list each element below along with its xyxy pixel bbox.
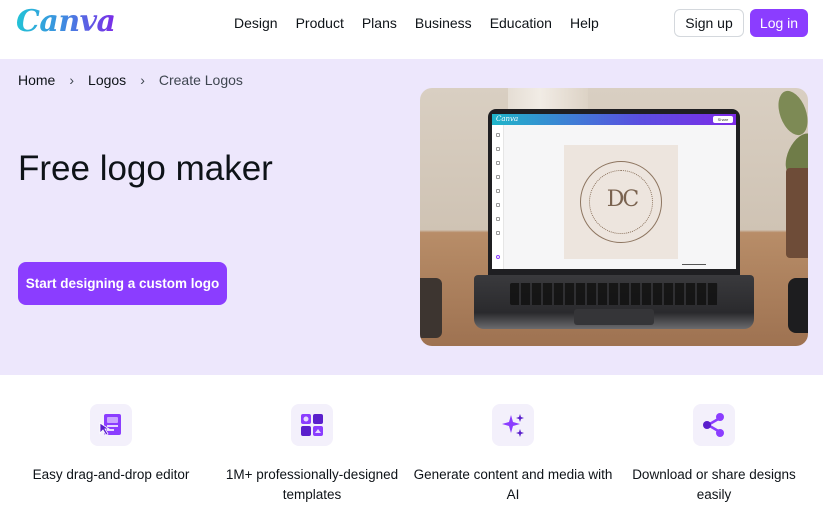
- editor-logo: Canva: [496, 115, 519, 123]
- chevron-right-icon: ›: [140, 72, 145, 88]
- logo-monogram: DC: [606, 187, 639, 212]
- nav-item-product[interactable]: Product: [287, 14, 353, 32]
- sidebar-tool-icon: [496, 175, 500, 179]
- nav-item-design[interactable]: Design: [225, 14, 287, 32]
- laptop-keyboard: [510, 283, 718, 305]
- sidebar-tool-icon: [496, 203, 500, 207]
- sidebar-tool-icon: [496, 161, 500, 165]
- editor-share-button: Share: [713, 116, 733, 123]
- nav-item-business[interactable]: Business: [406, 14, 481, 32]
- ai-sparkle-icon: [492, 404, 534, 446]
- logo-canvas: DC: [564, 145, 678, 259]
- editor-top-bar: Canva Share: [492, 114, 736, 125]
- page-title: Free logo maker: [18, 149, 273, 188]
- top-header: Canva Design Product Plans Business Educ…: [0, 0, 823, 59]
- sidebar-tool-icon: [496, 231, 500, 235]
- zoom-slider: [682, 264, 706, 265]
- logo-seal: DC: [580, 161, 662, 243]
- hero-laptop-image: Canva Share DC: [420, 88, 808, 346]
- features-section: Easy drag-and-drop editor 1M+ profession…: [0, 375, 823, 517]
- log-in-button[interactable]: Log in: [750, 9, 808, 37]
- plant-pot: [786, 168, 808, 258]
- nav-item-plans[interactable]: Plans: [353, 14, 406, 32]
- canva-logo[interactable]: Canva: [16, 4, 116, 39]
- feature-label: Easy drag-and-drop editor: [32, 467, 190, 482]
- nav-item-help[interactable]: Help: [561, 14, 608, 32]
- feature-label: Generate content and media with AI: [413, 467, 613, 502]
- chevron-right-icon: ›: [69, 72, 75, 88]
- camera-decoration: [788, 278, 808, 333]
- feature-label: Download or share designs easily: [632, 467, 796, 502]
- laptop-trackpad: [574, 309, 654, 325]
- laptop-base: [474, 275, 754, 329]
- canva-editor-mockup: Canva Share DC: [492, 114, 736, 269]
- plant-leaf: [772, 88, 808, 140]
- nav-item-education[interactable]: Education: [481, 14, 561, 32]
- sidebar-tool-icon: [496, 189, 500, 193]
- drag-drop-editor-icon: [90, 404, 132, 446]
- share-icon: [693, 404, 735, 446]
- sidebar-tool-icon: [496, 217, 500, 221]
- logo-seal-inner: DC: [589, 170, 653, 234]
- laptop-screen: Canva Share DC: [488, 109, 740, 275]
- breadcrumb-logos[interactable]: Logos: [88, 72, 126, 88]
- cup-decoration: [420, 278, 442, 338]
- templates-icon: [291, 404, 333, 446]
- sidebar-tool-icon: [496, 147, 500, 151]
- sidebar-tool-icon: [496, 133, 500, 137]
- main-nav: Design Product Plans Business Education …: [225, 14, 608, 32]
- hero-section: Home › Logos › Create Logos Free logo ma…: [0, 59, 823, 375]
- breadcrumb-current: Create Logos: [158, 72, 243, 88]
- sign-up-button[interactable]: Sign up: [674, 9, 744, 37]
- breadcrumb-home[interactable]: Home: [18, 72, 55, 88]
- start-designing-button[interactable]: Start designing a custom logo: [18, 262, 227, 305]
- feature-label: 1M+ professionally-designed templates: [225, 467, 399, 502]
- editor-sidebar: [492, 125, 504, 269]
- magic-icon: [496, 255, 500, 259]
- breadcrumb: Home › Logos › Create Logos: [18, 72, 243, 88]
